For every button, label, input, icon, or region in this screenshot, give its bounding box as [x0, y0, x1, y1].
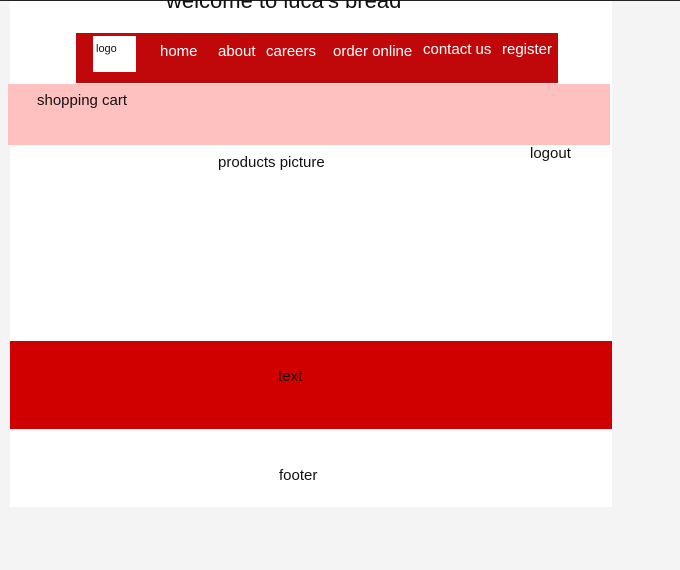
nav-link-register[interactable]: register — [502, 41, 552, 58]
nav-link-careers[interactable]: careers — [266, 43, 316, 60]
logout-link[interactable]: logout — [530, 145, 571, 162]
products-picture: products picture — [218, 154, 325, 171]
footer: footer — [279, 467, 318, 484]
nav-link-contact-us[interactable]: contact us — [423, 41, 491, 58]
text-section-label: text — [278, 368, 303, 385]
page-title: welcome to luca's bread — [166, 0, 402, 13]
logo[interactable]: logo — [93, 36, 136, 72]
nav-link-about[interactable]: about — [218, 43, 256, 60]
shopping-cart-link[interactable]: shopping cart — [37, 92, 127, 109]
text-section — [10, 341, 612, 429]
nav-link-order-online[interactable]: order online — [333, 43, 412, 60]
nav-link-home[interactable]: home — [160, 43, 198, 60]
